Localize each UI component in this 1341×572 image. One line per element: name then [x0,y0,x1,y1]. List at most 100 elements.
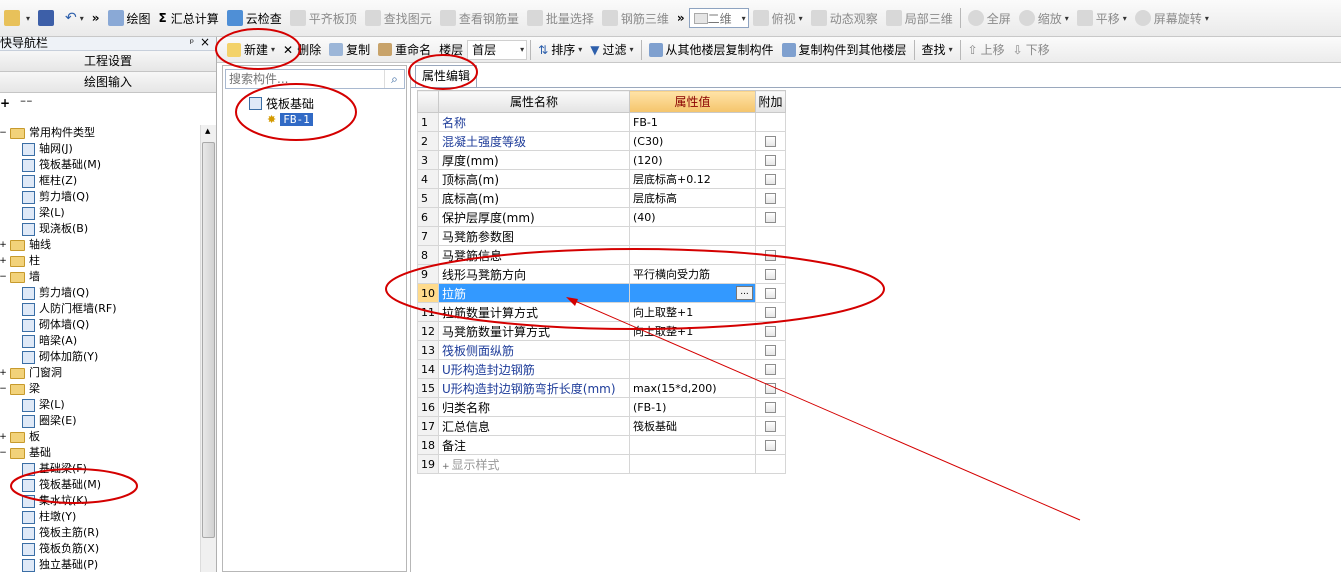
align-slab-button[interactable]: 平齐板顶 [286,6,361,30]
property-value-cell[interactable] [629,226,756,246]
property-row[interactable]: 18 备注 [417,435,786,455]
extra-checkbox[interactable] [765,288,776,299]
extra-checkbox[interactable] [765,383,776,394]
property-row[interactable]: 11 拉筋数量计算方式 向上取整+1 [417,302,786,322]
rebar-view-button[interactable]: 查看钢筋量 [436,6,523,30]
property-value-cell[interactable] [629,435,756,455]
collapse-icon[interactable]: − [0,125,10,141]
cloud-check-button[interactable]: 云检查 [223,6,286,30]
expand-icon[interactable]: + [0,237,10,253]
property-value-cell[interactable]: 向上取整+1 [629,302,756,322]
tree-item[interactable]: 人防门框墙(RF) [22,301,117,317]
tree-item[interactable]: 砌体墙(Q) [22,317,89,333]
tree-item[interactable]: 圈梁(E) [22,413,77,429]
property-row[interactable]: 17 汇总信息 筏板基础 [417,416,786,436]
orbit-button[interactable]: 动态观察 [807,6,882,30]
find-element-button[interactable]: 查找图元 [361,6,436,30]
property-value-cell[interactable]: 筏板基础 [629,416,756,436]
floor-select[interactable]: 首层 ▾ [467,39,528,60]
tree-item[interactable]: 筏板主筋(R) [22,525,99,541]
property-value-cell[interactable]: max(15*d,200) [629,378,756,398]
extra-checkbox[interactable] [765,307,776,318]
extra-checkbox[interactable] [765,250,776,261]
property-row[interactable]: 19 + 显示样式 [417,454,786,474]
tree-folder[interactable]: + 柱 [0,253,40,269]
extra-checkbox[interactable] [765,326,776,337]
tab-property-edit[interactable]: 属性编辑 [415,65,477,87]
property-row[interactable]: 6 保护层厚度(mm) (40) [417,207,786,227]
ellipsis-button[interactable]: ... [736,286,753,300]
scroll-up-icon[interactable]: ▲ [205,127,210,135]
property-row[interactable]: 1 名称 FB-1 [417,112,786,132]
batch-select-button[interactable]: 批量选择 [523,6,598,30]
extra-checkbox[interactable] [765,440,776,451]
close-icon[interactable]: × [200,36,210,49]
property-row[interactable]: 3 厚度(mm) (120) [417,150,786,170]
property-value-cell[interactable]: 平行横向受力筋 [629,264,756,284]
zoom-button[interactable]: 缩放 ▾ [1015,6,1073,30]
extra-checkbox[interactable] [765,136,776,147]
toolbar-overflow-icon-2[interactable]: » [673,6,689,30]
tree-item[interactable]: 轴网(J) [22,141,73,157]
tree-item[interactable]: 暗梁(A) [22,333,77,349]
expand-icon[interactable]: + [0,429,10,445]
tree-folder[interactable]: − 常用构件类型 [0,125,95,141]
sort-button[interactable]: ⇅ 排序 ▾ [534,38,586,62]
property-value-cell[interactable]: 层底标高 [629,188,756,208]
expand-icon[interactable]: + [0,253,10,269]
extra-checkbox[interactable] [765,402,776,413]
extra-checkbox[interactable] [765,364,776,375]
top-view-button[interactable]: 俯视 ▾ [749,6,807,30]
property-row[interactable]: 14 U形构造封边钢筋 [417,359,786,379]
property-row[interactable]: 10 拉筋... [417,283,786,303]
extra-checkbox[interactable] [765,212,776,223]
drawing-input-button[interactable]: 绘图输入 [0,72,216,93]
rebar-3d-button[interactable]: 钢筋三维 [598,6,673,30]
search-input[interactable] [226,70,376,88]
property-value-cell[interactable]: (C30) [629,131,756,151]
copy-from-floor-button[interactable]: 从其他楼层复制构件 [645,38,778,62]
tree-folder[interactable]: + 板 [0,429,40,445]
tree-item[interactable]: 框柱(Z) [22,173,77,189]
move-down-button[interactable]: ⇩ 下移 [1009,38,1054,62]
tree-item[interactable]: 现浇板(B) [22,221,88,237]
tree-folder[interactable]: − 墙 [0,269,40,285]
pan-button[interactable]: 平移 ▾ [1073,6,1131,30]
property-row[interactable]: 9 线形马凳筋方向 平行横向受力筋 [417,264,786,284]
property-value-cell[interactable] [629,340,756,360]
property-row[interactable]: 5 底标高(m) 层底标高 [417,188,786,208]
tree-item[interactable]: 筏板负筋(X) [22,541,99,557]
property-value-cell[interactable]: 向上取整+1 [629,321,756,341]
expand-icon[interactable]: + [0,365,10,381]
copy-button[interactable]: 复制 [325,38,374,62]
rename-button[interactable]: 重命名 [374,38,435,62]
extra-checkbox[interactable] [765,155,776,166]
extra-checkbox[interactable] [765,193,776,204]
extra-checkbox[interactable] [765,345,776,356]
tree-item[interactable]: 集水坑(K) [22,493,88,509]
tree-item[interactable]: 筏板基础(M) [22,157,101,173]
tree-item[interactable]: 剪力墙(Q) [22,285,89,301]
expand-all-icon[interactable]: + [0,96,10,110]
extra-checkbox[interactable] [765,269,776,280]
property-row[interactable]: 2 混凝土强度等级 (C30) [417,131,786,151]
save-button[interactable] [34,6,61,30]
property-value-cell[interactable]: FB-1 [629,112,756,132]
tree-item[interactable]: 筏板基础(M) [22,477,101,493]
move-up-button[interactable]: ⇧ 上移 [964,38,1009,62]
view-mode-select[interactable]: 二维 ▾ [688,8,749,28]
scrollbar-thumb[interactable] [202,142,215,538]
property-value-cell[interactable] [629,245,756,265]
tree-item[interactable]: 基础梁(F) [22,461,87,477]
tree-item[interactable]: 梁(L) [22,205,65,221]
filter-button[interactable]: ▼ 过滤 ▾ [586,38,637,62]
tree-item[interactable]: 独立基础(P) [22,557,98,572]
copy-to-floor-button[interactable]: 复制构件到其他楼层 [778,38,911,62]
new-button[interactable]: 新建 ▾ [223,38,279,62]
delete-button[interactable]: ✕ 删除 [279,38,325,62]
undo-button[interactable]: ↶ ▾ [61,6,88,30]
property-row[interactable]: 7 马凳筋参数图 [417,226,786,246]
local-3d-button[interactable]: 局部三维 [882,6,957,30]
toolbar-overflow-icon[interactable]: » [88,6,104,30]
property-row[interactable]: 16 归类名称 (FB-1) [417,397,786,417]
